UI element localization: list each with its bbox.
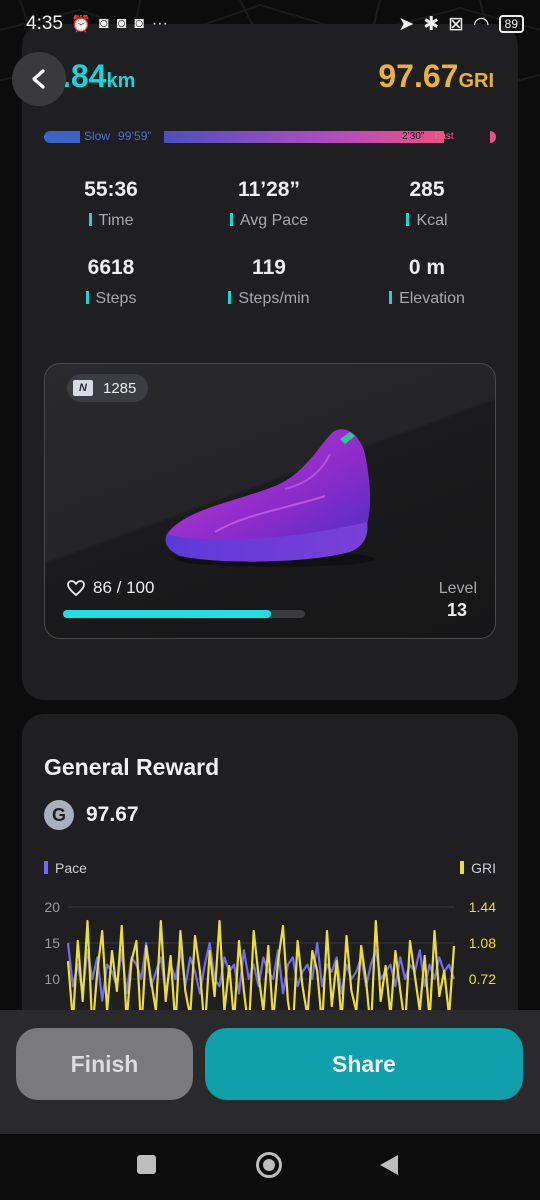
pace-fast-value: 2’30” [402, 131, 425, 142]
distance-readout: .84km [62, 58, 135, 95]
stat-value: 55:36 [84, 178, 138, 201]
stat-steps: 6618 Steps [36, 256, 186, 308]
durability-readout: 86 / 100 [67, 578, 154, 598]
durability-value: 86 / 100 [93, 578, 155, 597]
pace-bar-fast-segment [490, 131, 496, 143]
right-tick-label: 0.72 [469, 971, 496, 987]
legend-gri: GRI [460, 860, 496, 876]
left-tick-label: 20 [44, 899, 60, 915]
durability-bar [63, 610, 305, 618]
gri-readout: 97.67GRI [378, 58, 494, 95]
chevron-left-icon [32, 69, 45, 89]
alarm-icon: ⏰ [70, 16, 91, 33]
game-controller-icon: ◙ [134, 15, 144, 32]
no-sim-icon: ⊠ [448, 13, 465, 35]
wifi-icon: ◠ [473, 13, 490, 35]
finish-button[interactable]: Finish [16, 1028, 193, 1100]
status-bar: 4:35 ⏰ ◙ ◙ ◙ ··· ➤ ✱ ⊠ ◠ 89 [0, 0, 540, 48]
stat-value: 0 m [408, 256, 446, 279]
stat-label: Elevation [352, 290, 502, 308]
pace-fast-text: Fast [434, 131, 454, 142]
pace-bar-slow-segment [44, 131, 80, 143]
bluetooth-icon: ✱ [423, 13, 440, 35]
stat-elevation: 0 m Elevation [352, 256, 502, 308]
system-back-button[interactable] [380, 1155, 398, 1175]
left-tick-label: 10 [44, 971, 60, 987]
stat-value: 6618 [87, 256, 135, 279]
right-tick-label: 1.44 [469, 899, 496, 915]
stat-value: 285 [409, 178, 445, 201]
pace-fast-label: 2’30” Fast [402, 131, 454, 143]
recents-button[interactable] [137, 1155, 156, 1174]
location-arrow-icon: ➤ [398, 13, 415, 35]
status-time: 4:35 [26, 13, 63, 34]
heart-icon [67, 580, 85, 596]
back-button[interactable] [12, 52, 66, 106]
stat-label: Time [36, 212, 186, 230]
distance-unit: km [106, 70, 136, 92]
sneaker-panel[interactable]: N 1285 86 / 100 Level 13 [44, 363, 496, 639]
sneaker-id: 1285 [103, 379, 137, 397]
gri-unit: GRI [458, 70, 494, 92]
stat-steps-per-min: 119 Steps/min [194, 256, 344, 308]
more-notifications-icon: ··· [151, 15, 168, 32]
left-tick-label: 15 [44, 935, 60, 951]
sneaker-type-icon: N [73, 380, 93, 396]
reward-value: 97.67 [86, 803, 139, 826]
legend-pace: Pace [44, 860, 87, 876]
game-controller-icon: ◙ [98, 15, 109, 32]
stat-label: Avg Pace [194, 212, 344, 230]
pace-slow-value: 99’59” [118, 129, 152, 143]
battery-icon: 89 [498, 15, 524, 33]
right-tick-label: 1.08 [469, 935, 496, 951]
stat-label: Steps [36, 290, 186, 308]
pace-slow-text: Slow [84, 129, 111, 143]
sneaker-image [165, 429, 375, 567]
level-label: Level [438, 580, 477, 597]
gri-coin-icon: G [44, 800, 74, 830]
gri-value: 97.67 [378, 58, 459, 94]
stat-time: 55:36 Time [36, 178, 186, 230]
sneaker-id-badge: N 1285 [67, 374, 149, 402]
share-button[interactable]: Share [205, 1028, 523, 1100]
reward-title: General Reward [44, 754, 220, 780]
level-value: 13 [446, 600, 467, 620]
stat-value: 11’28” [238, 178, 300, 201]
stat-kcal: 285 Kcal [352, 178, 502, 230]
game-controller-icon: ◙ [116, 15, 127, 32]
distance-value: .84 [62, 58, 107, 94]
pace-slow-label: Slow 99’59” [84, 129, 151, 143]
stat-label: Kcal [352, 212, 502, 230]
durability-bar-fill [63, 610, 272, 618]
stat-value: 119 [252, 256, 286, 279]
stat-label: Steps/min [194, 290, 344, 308]
home-button[interactable] [256, 1152, 282, 1178]
stat-avg-pace: 11’28” Avg Pace [194, 178, 344, 230]
run-summary-screen: 4:35 ⏰ ◙ ◙ ◙ ··· ➤ ✱ ⊠ ◠ 89 .84km 97.67G… [0, 0, 540, 1200]
pace-range-bar: Slow 99’59” 2’30” Fast [44, 129, 496, 143]
